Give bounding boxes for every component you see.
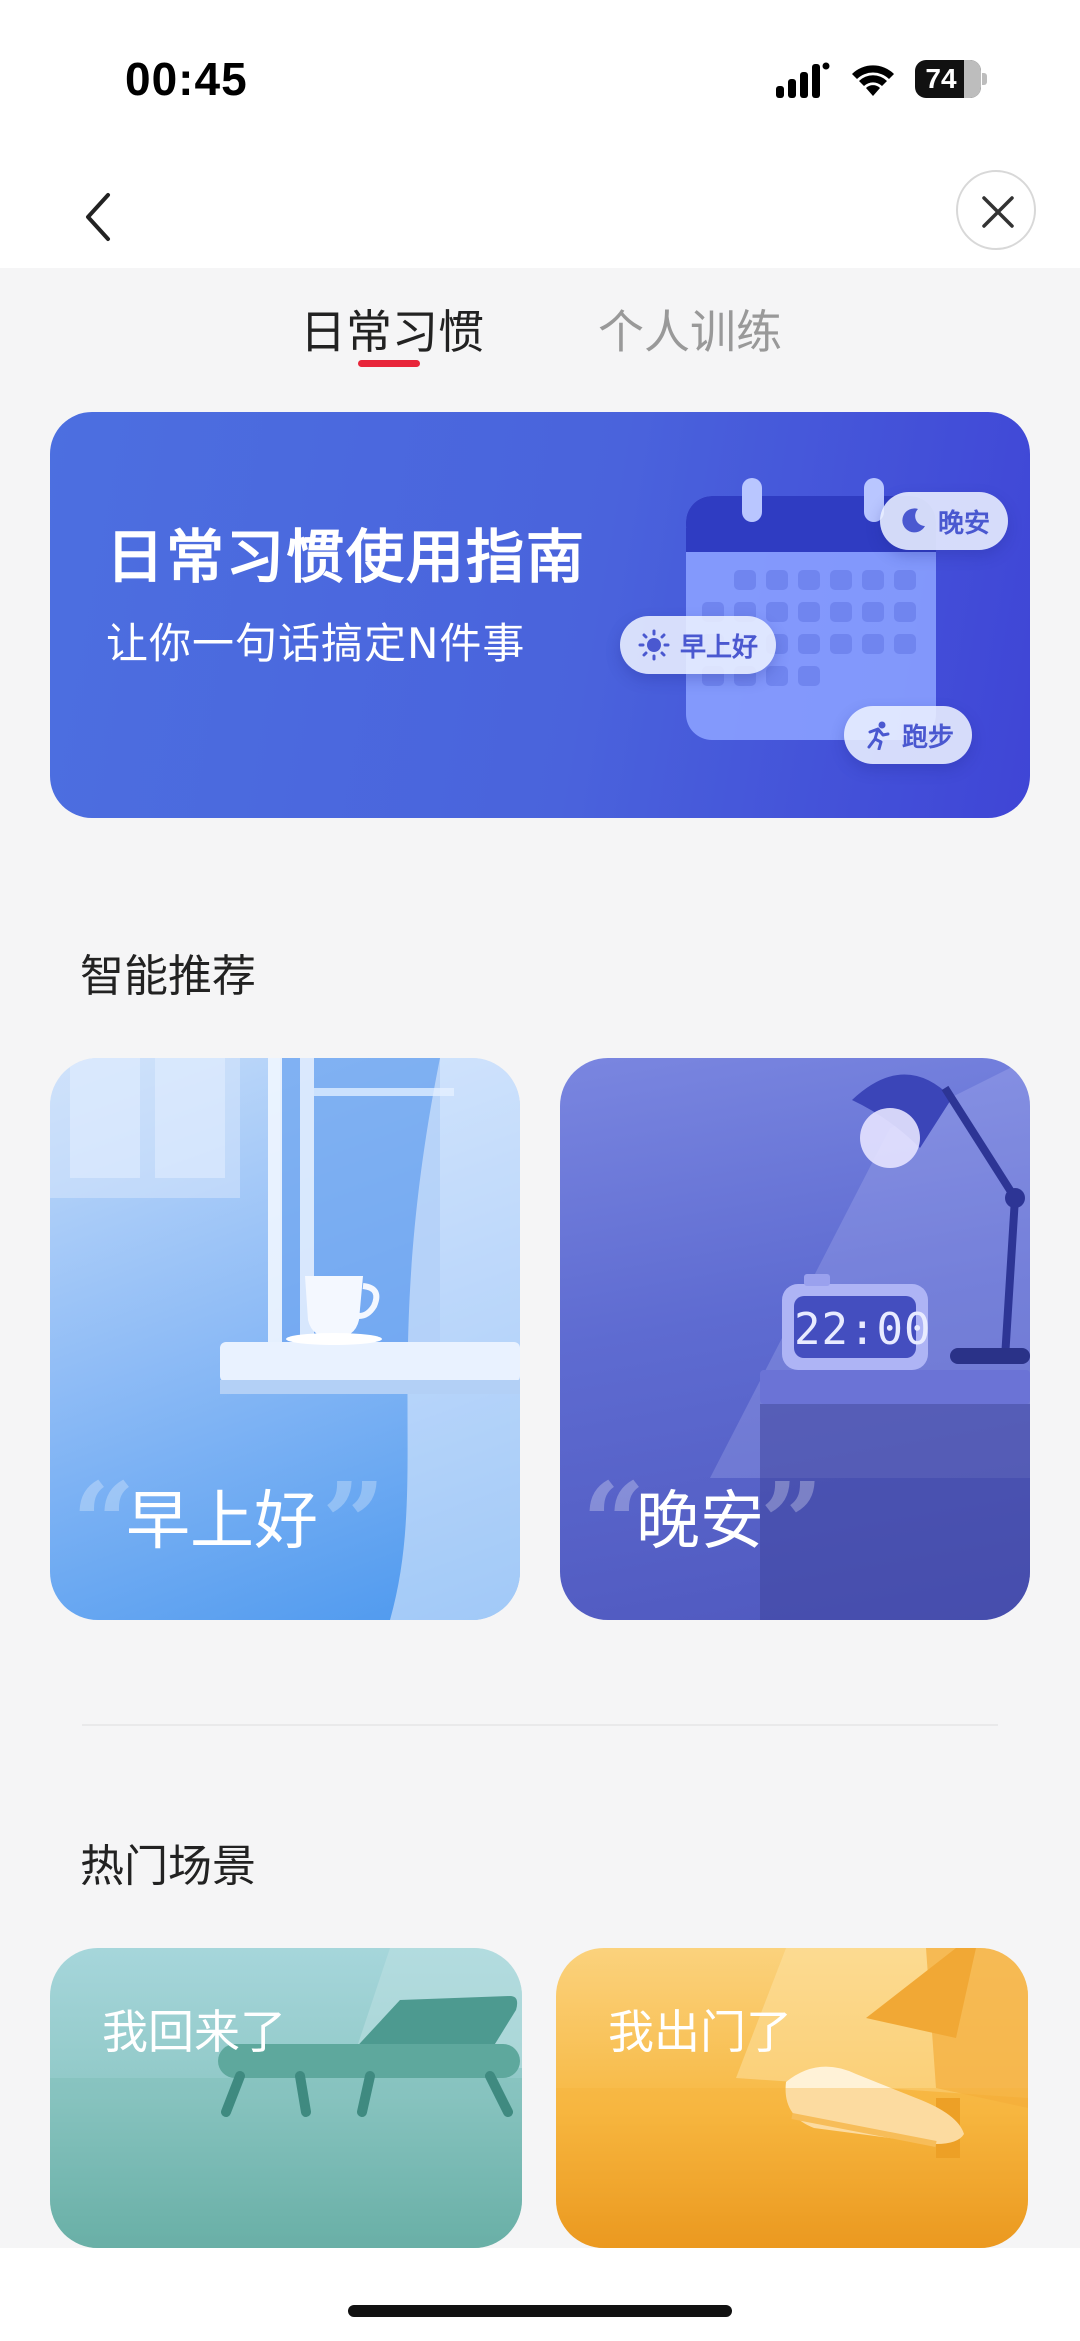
moon-icon xyxy=(902,508,925,533)
status-time: 00:45 xyxy=(125,53,248,105)
home-indicator[interactable] xyxy=(348,2305,732,2317)
wifi-icon xyxy=(852,65,894,96)
nav-bar xyxy=(0,160,1080,268)
card-good-night-label: 晚安 xyxy=(636,1485,764,1559)
back-button[interactable] xyxy=(70,180,130,250)
lounge-chair-illustration xyxy=(50,1948,522,2248)
card-im-back-label: 我回来了 xyxy=(102,2005,286,2059)
clock-time: 22:00 xyxy=(794,1304,932,1355)
section-title-scenes: 热门场景 xyxy=(80,1841,256,1892)
card-im-back[interactable]: 我回来了 xyxy=(50,1948,522,2248)
chevron-left-icon xyxy=(86,193,110,241)
section-divider xyxy=(82,1724,998,1726)
close-quote-icon: ” xyxy=(760,1458,824,1587)
battery-icon: 74 xyxy=(915,60,987,98)
tab-personal-training[interactable]: 个人训练 xyxy=(598,296,782,362)
chip-run: 跑步 xyxy=(844,706,973,764)
chip-morning: 早上好 xyxy=(620,616,777,674)
shoe-step-illustration xyxy=(556,1948,1028,2248)
tab-daily-habits[interactable]: 日常习惯 xyxy=(300,296,484,362)
bottom-safe-area xyxy=(0,2248,1080,2341)
cellular-signal-icon xyxy=(776,62,830,98)
card-im-out[interactable]: 我出门了 xyxy=(556,1948,1028,2248)
status-bar: 00:45 74 xyxy=(0,0,1080,160)
close-icon xyxy=(982,196,1014,228)
card-im-out-label: 我出门了 xyxy=(608,2005,792,2059)
sun-icon xyxy=(638,629,670,661)
card-good-night[interactable]: 22:00 “ 晚安 ” xyxy=(560,1058,1030,1620)
chip-night: 晚安 xyxy=(880,492,1009,550)
banner-subtitle: 让你一句话搞定N件事 xyxy=(106,619,526,668)
section-title-recommend: 智能推荐 xyxy=(80,951,256,1002)
tab-active-indicator xyxy=(358,360,420,367)
tab-bar: 日常习惯 个人训练 xyxy=(0,268,1080,378)
close-quote-icon: ” xyxy=(322,1458,386,1587)
close-button[interactable] xyxy=(956,170,1036,250)
card-good-morning[interactable]: “ 早上好 ” xyxy=(50,1058,520,1620)
battery-level: 74 xyxy=(925,63,957,94)
banner-title: 日常习惯使用指南 xyxy=(106,523,587,591)
card-good-morning-label: 早上好 xyxy=(126,1485,318,1559)
guide-banner[interactable]: 日常习惯使用指南 让你一句话搞定N件事 晚安 早上好 跑步 xyxy=(50,412,1030,818)
running-icon xyxy=(867,721,890,750)
